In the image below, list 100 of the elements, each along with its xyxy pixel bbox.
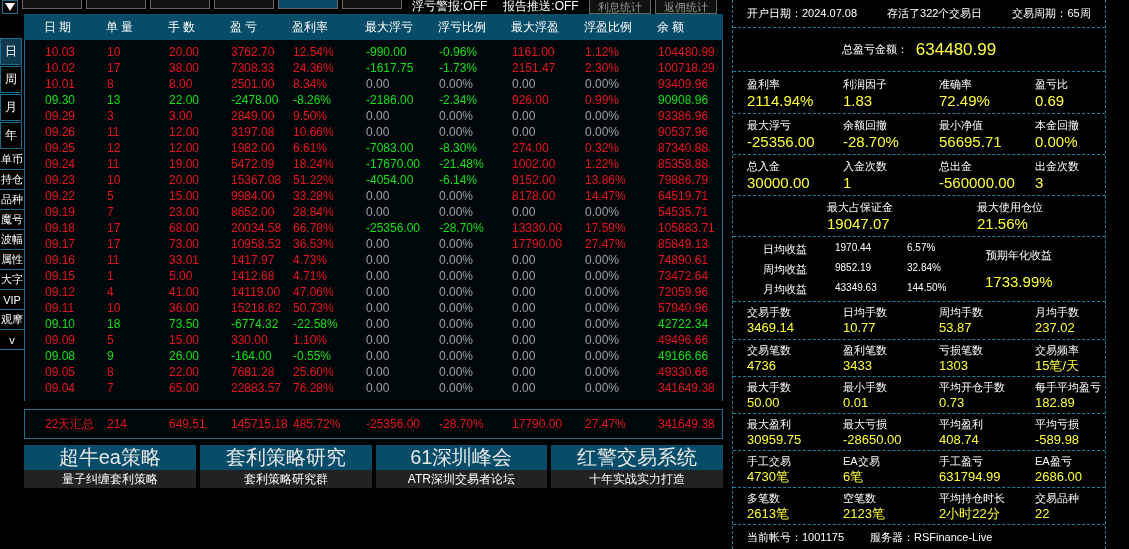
banner-title[interactable]: 超牛ea策略 [24, 445, 196, 470]
stat-value: 0.00% [1035, 132, 1079, 150]
table-cell-text: 3762.70 [231, 45, 276, 59]
table-cell-text: 0.32% [585, 141, 621, 155]
table-cell-text: 09.10 [45, 317, 77, 331]
toolbar-button[interactable] [214, 0, 274, 9]
table-cell-text: 13 [107, 93, 122, 107]
banner-title[interactable]: 61深圳峰会 [375, 445, 548, 470]
table-cell-text: 9152.00 [512, 173, 557, 187]
toolbar-button[interactable] [342, 0, 402, 9]
table-cell-text: -0.55% [293, 349, 333, 363]
account-info: 开户日期：2024.07.08 [747, 6, 858, 22]
stat-label: 准确率 [939, 76, 973, 92]
stat-value: 0.73 [939, 394, 966, 410]
sidebar-item[interactable]: 魔号 [0, 210, 24, 230]
stat-value: 631794.99 [939, 469, 1002, 485]
table-cell-text: 73472.64 [658, 269, 710, 283]
table-cell-text: 0.00% [439, 269, 475, 283]
table-cell-text: 24.36% [293, 61, 335, 75]
table-cell-text: 104480.99 [658, 45, 716, 59]
table-cell-text: -1.73% [439, 61, 479, 75]
table-cell-text: -25356.00 [366, 221, 422, 235]
stat-label: 平均盈利 [939, 416, 984, 432]
table-cell-text: 0.00 [366, 365, 391, 379]
table-cell-text: 49496.66 [658, 333, 710, 347]
table-cell-text: 0.00% [439, 365, 475, 379]
table-cell-text: 93409.96 [658, 77, 710, 91]
stat-label: 交易手数 [747, 305, 792, 321]
table-cell-text: 18 [107, 317, 122, 331]
table-cell-text: 76.28% [293, 381, 335, 395]
stat-value: 3469.14 [747, 320, 795, 336]
banner-subtitle[interactable]: 套利策略研究群 [199, 470, 372, 488]
table-cell-text: 2.30% [585, 61, 621, 75]
table-cell-text: 0.00% [585, 77, 621, 91]
table-cell-text: 0.00% [585, 285, 621, 299]
table-cell-text: 8652.00 [231, 205, 276, 219]
stat-value: 408.74 [939, 431, 980, 447]
table-cell-text: 0.00 [512, 317, 537, 331]
table-cell-text: 10.03 [45, 45, 77, 59]
alert-status: 报告推送:OFF [502, 0, 580, 13]
sidebar-item[interactable]: 单币 [0, 150, 24, 170]
table-cell-text: 90908.96 [658, 93, 710, 107]
table-cell-text: 0.00% [585, 253, 621, 267]
banner-subtitle[interactable]: 十年实战实力打造 [551, 470, 723, 488]
table-cell-text: 0.00% [585, 125, 621, 139]
stat-label: 交易笔数 [747, 342, 792, 358]
table-cell-text: 8178.00 [512, 189, 557, 203]
stat-label: 空笔数 [843, 491, 877, 507]
banner-title[interactable]: 套利策略研究 [199, 445, 372, 470]
banner-title[interactable]: 红警交易系统 [551, 445, 723, 470]
banner-subtitle[interactable]: ATR深圳交易者论坛 [375, 470, 548, 488]
table-cell-text: 0.00 [366, 381, 391, 395]
table-cell-text: 15.00 [169, 333, 201, 347]
table-cell-text: -21.48% [439, 157, 485, 171]
caret-icon [5, 3, 15, 11]
table-cell-text: 25.60% [293, 365, 335, 379]
table-cell-text: 0.00% [439, 349, 475, 363]
period-tab[interactable]: 月 [0, 94, 22, 121]
table-cell-text: 8 [107, 365, 115, 379]
toolbar-button[interactable]: 利息统计 [588, 0, 651, 14]
table-cell-text: 5.00 [169, 269, 194, 283]
table-cell-text: 28.84% [293, 205, 335, 219]
table-cell-text: 13330.00 [512, 221, 564, 235]
table-cell-text: 0.00 [512, 365, 537, 379]
table-cell-text: 09.22 [45, 189, 77, 203]
table-cell-text: 12 [107, 141, 122, 155]
column-header: 盈 亏 [230, 18, 259, 36]
banner-subtitle[interactable]: 量子纠缠套利策略 [24, 470, 196, 488]
table-cell-text: 22.00 [169, 93, 201, 107]
table-cell-text: 0.00 [512, 77, 537, 91]
table-cell-text: 0.00 [366, 253, 391, 267]
stat-value: 43349.63 [835, 281, 878, 295]
stat-value: 0.69 [1035, 91, 1066, 109]
period-tab[interactable]: 周 [0, 66, 22, 93]
table-cell-text: 10 [107, 45, 122, 59]
stat-value: 10.77 [843, 320, 877, 336]
table-cell-text: 36.53% [293, 237, 335, 251]
table-cell-text: 0.00% [439, 301, 475, 315]
table-cell-text: 9 [107, 349, 115, 363]
stat-value: -28650.00 [843, 431, 903, 447]
table-cell-text: 0.00 [512, 333, 537, 347]
period-tab[interactable]: 年 [0, 122, 22, 149]
toolbar-button[interactable] [150, 0, 210, 9]
toolbar-button[interactable] [86, 0, 146, 9]
column-header: 浮盈比例 [584, 18, 633, 36]
stat-value: 182.89 [1035, 394, 1076, 410]
dropdown-button[interactable] [2, 0, 18, 14]
sidebar-item[interactable]: 大字 [0, 270, 24, 290]
table-cell-text: 0.00 [512, 109, 537, 123]
table-cell-text: 8.34% [293, 77, 329, 91]
toolbar-button[interactable]: 返佣统计 [654, 0, 717, 14]
table-cell-text: 09.16 [45, 253, 77, 267]
period-tab[interactable]: 日 [0, 38, 22, 65]
table-cell-text: 26.00 [169, 349, 201, 363]
table-cell-text: 0.00 [512, 301, 537, 315]
table-cell-text: -6774.32 [231, 317, 280, 331]
stat-label: 总入金 [747, 158, 781, 174]
sidebar-item[interactable]: 观摩 [0, 310, 24, 330]
stat-label: 周均手数 [939, 305, 984, 321]
table-cell-text: 6.61% [293, 141, 329, 155]
